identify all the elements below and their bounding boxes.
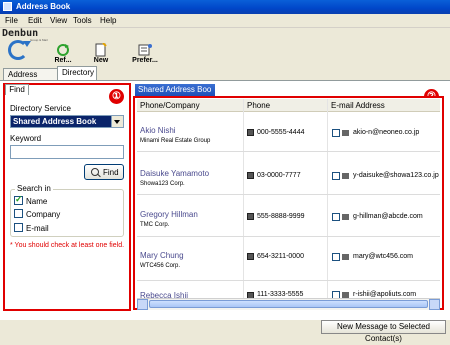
find-button[interactable]: Find [84,164,124,180]
column-header-email[interactable]: E-mail Address [331,101,385,110]
email-checkbox[interactable] [332,213,340,221]
mail-icon [342,173,349,179]
window-title: Address Book [16,2,71,11]
mail-icon [342,130,349,136]
refresh-label: Ref... [54,57,72,64]
email-checkbox[interactable] [332,129,340,137]
directory-service-label: Directory Service [10,104,71,113]
contact-phone: 654-3211-0000 [257,253,304,260]
sync-arrow-icon [23,41,31,47]
contact-phone: 111-3333-5555 [257,291,304,298]
contact-name[interactable]: Mary Chung [140,251,184,260]
menu-help[interactable]: Help [100,16,116,25]
company-checkbox[interactable] [14,209,23,218]
keyword-label: Keyword [10,134,42,143]
preferences-icon [138,44,152,56]
app-icon [3,2,12,11]
phone-icon [247,172,254,179]
new-document-icon [95,43,107,57]
contact-email: g-hillman@abcde.com [353,213,423,220]
scroll-right-button[interactable] [429,299,440,310]
new-button[interactable]: New [86,42,116,66]
email-checkbox[interactable] [332,253,340,261]
chevron-down-icon[interactable] [111,116,123,127]
contact-name[interactable]: Gregory Hillman [140,210,198,219]
menu-file[interactable]: File [5,16,18,25]
menu-view[interactable]: View [50,16,67,25]
scrollbar-thumb[interactable] [149,300,428,308]
contact-company: Minami Real Estate Group [140,138,211,144]
tab-directory[interactable]: Directory [57,66,97,80]
contact-name[interactable]: Akio Nishi [140,126,176,135]
column-header-phone[interactable]: Phone [247,101,270,110]
contact-company: TMC Corp. [140,222,170,228]
new-message-button[interactable]: New Message to Selected Contact(s) [321,320,446,343]
main-tabs: Address Book Directory [0,66,450,88]
table-row[interactable]: Akio Nishi Minami Real Estate Group 000-… [137,112,440,152]
name-checkbox[interactable] [14,194,23,205]
contact-company: Showa123 Corp. [140,181,185,187]
menu-tools[interactable]: Tools [73,16,92,25]
title-bar: Address Book [0,0,450,14]
grid-header: Phone/Company Phone E-mail Address [137,99,440,112]
table-row[interactable]: Rebecca Ishii 111-3333-5555 r-ishii@apol… [137,280,440,300]
tab-address-book[interactable]: Address Book [3,68,58,88]
find-button-label: Find [103,168,119,177]
horizontal-scrollbar[interactable] [137,298,440,310]
phone-icon [247,129,254,136]
annotation-marker-1: ① [109,89,124,104]
email-option-label: E-mail [26,224,49,233]
email-checkbox[interactable] [14,223,23,232]
contact-email: mary@wtc456.com [353,253,414,260]
tab-shared-address-book[interactable]: Shared Address Boo [135,84,215,96]
search-icon [91,168,99,176]
preferences-button[interactable]: Prefer... [130,42,160,66]
toolbar: Ref... New Prefer... [0,42,450,66]
contact-phone: 000-5555-4444 [257,129,305,136]
company-option-label: Company [26,210,61,219]
contact-phone: 03-0000-7777 [257,172,301,179]
search-in-label: Search in [15,184,53,193]
menu-bar: File Edit View Tools Help [0,14,450,28]
email-checkbox[interactable] [332,172,340,180]
new-label: New [93,57,109,64]
preferences-label: Prefer... [132,57,158,64]
refresh-icon [57,44,69,56]
table-row[interactable]: Mary Chung WTC456 Corp. 654-3211-0000 ma… [137,236,440,281]
table-row[interactable]: Gregory Hillman TMC Corp. 555-8888-9999 … [137,194,440,237]
directory-service-value: Shared Address Book [13,117,97,126]
mail-icon [342,254,349,260]
refresh-button[interactable]: Ref... [48,42,78,66]
table-row[interactable]: Daisuke Yamamoto Showa123 Corp. 03-0000-… [137,151,440,195]
column-header-name[interactable]: Phone/Company [140,101,200,110]
contact-email: akio-n@neoneo.co.jp [353,129,420,136]
contact-phone: 555-8888-9999 [257,213,305,220]
menu-edit[interactable]: Edit [28,16,42,25]
phone-icon [247,253,254,260]
scroll-left-button[interactable] [137,299,148,310]
phone-icon [247,213,254,220]
contact-company: WTC456 Corp. [140,263,181,269]
name-option-label: Name [26,197,48,206]
mail-icon [342,214,349,220]
contact-email: y-daisuke@showa123.co.jp [353,172,439,179]
hint-text: * You should check at least one field. [10,242,125,249]
tab-find[interactable]: Find [5,84,29,95]
contact-name[interactable]: Daisuke Yamamoto [140,169,209,178]
directory-service-select[interactable]: Shared Address Book [10,115,124,128]
contact-email: r-ishii@apoliuts.com [353,291,417,298]
keyword-input[interactable] [10,145,124,159]
